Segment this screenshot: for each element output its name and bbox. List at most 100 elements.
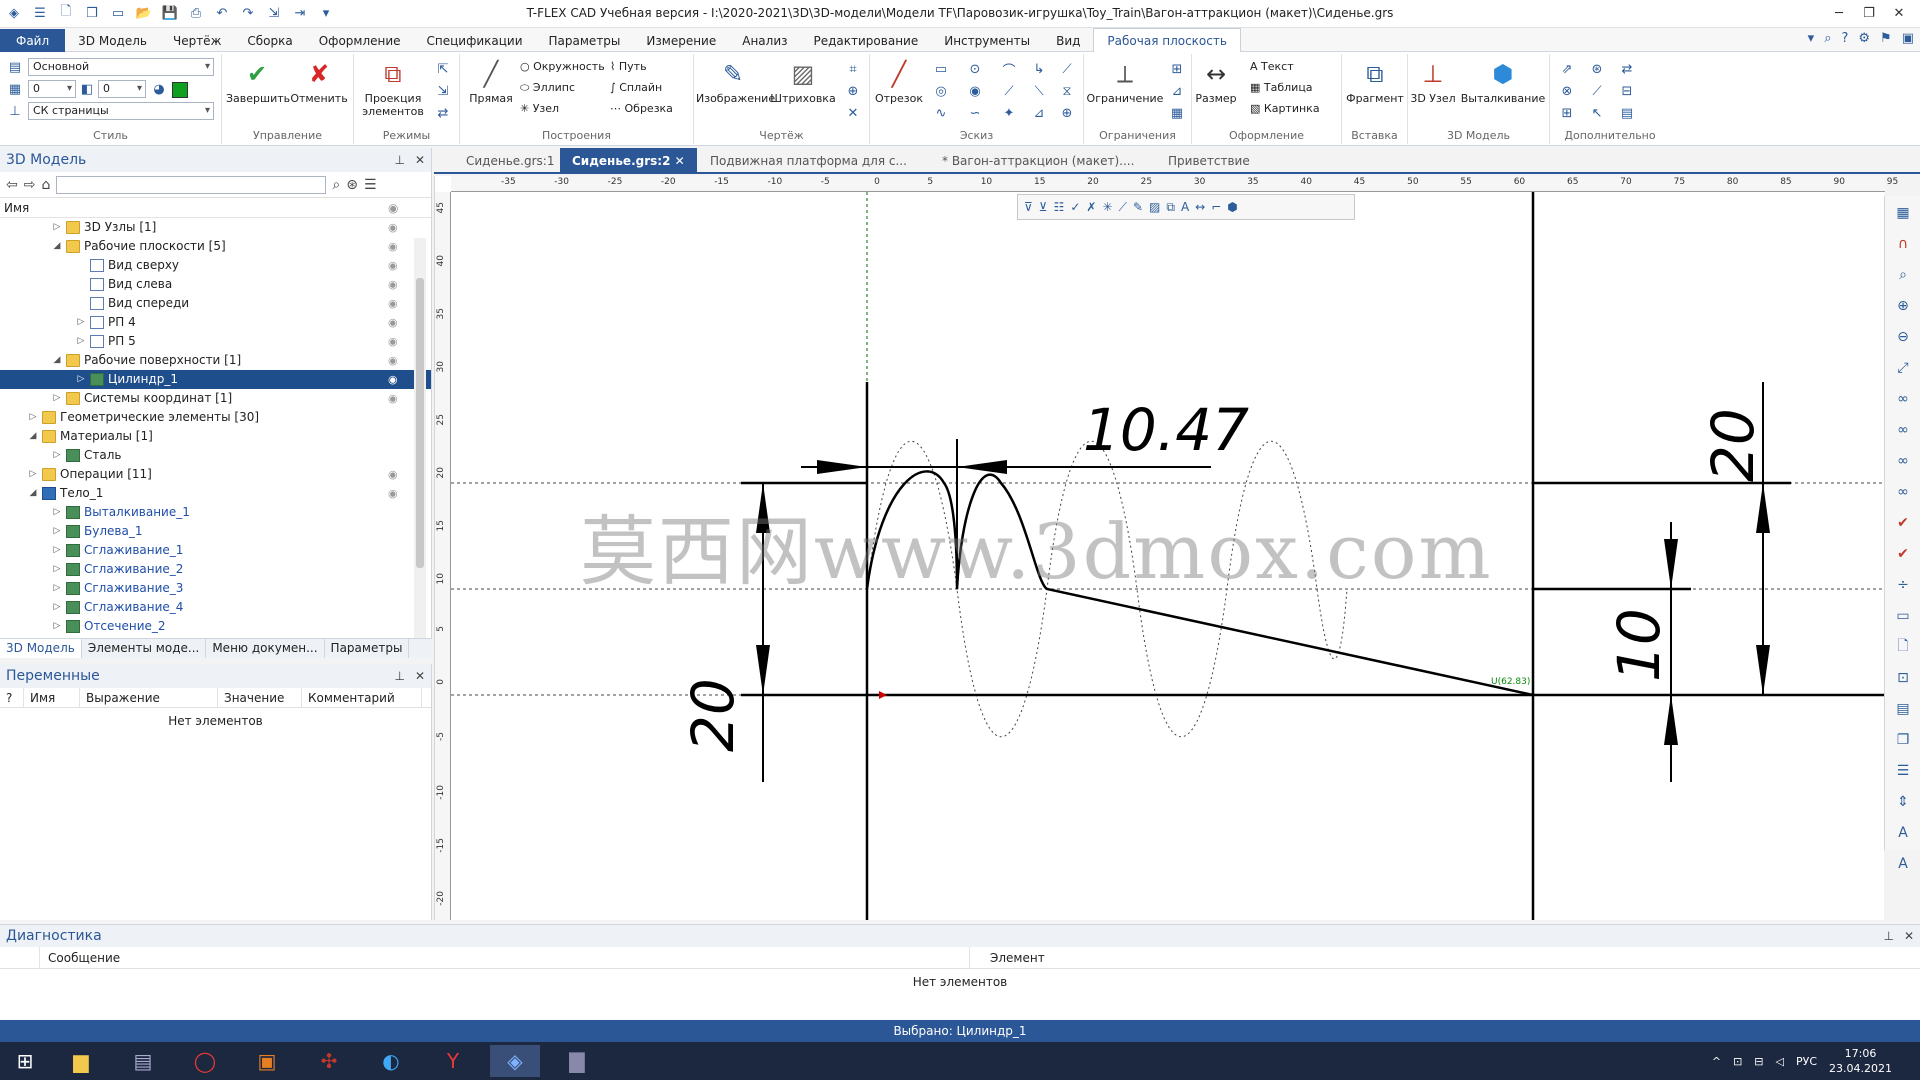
yandex-icon[interactable]: Y <box>428 1045 478 1077</box>
pin-icon[interactable]: ⊥ <box>394 153 404 167</box>
tree-item[interactable]: ▷ Системы координат [1] ◉ <box>0 389 431 408</box>
extra-tool-7-icon[interactable]: ⊞ <box>1558 104 1576 122</box>
tree-item[interactable]: ▷ 3D Узлы [1] ◉ <box>0 218 431 237</box>
help-icon[interactable]: ? <box>1841 31 1848 46</box>
clock[interactable]: 17:06 23.04.2021 <box>1829 1046 1892 1076</box>
tree-item[interactable]: ▷ Геометрические элементы [30] <box>0 408 431 427</box>
check-cube-icon[interactable]: ✔ <box>1888 509 1918 537</box>
minimize-icon[interactable]: ─ <box>1824 2 1854 24</box>
size-button[interactable]: ↔ Размер <box>1194 58 1238 106</box>
tree-item[interactable]: ▷ Операции [11] ◉ <box>0 465 431 484</box>
expand-toggle-icon[interactable]: ▷ <box>76 370 86 389</box>
color-palette-icon[interactable]: ◕ <box>150 80 168 98</box>
file-explorer-icon[interactable]: ▆ <box>56 1045 106 1077</box>
cursor-icon[interactable]: ↖ <box>1588 104 1606 122</box>
expand-toggle-icon[interactable]: ▷ <box>76 313 86 332</box>
menu-item[interactable]: Сборка <box>234 29 305 53</box>
expand-toggle-icon[interactable]: ◢ <box>52 237 62 256</box>
tree-item[interactable]: ◢ Тело_1 ◉ <box>0 484 431 503</box>
glasses-4-icon[interactable]: ∞ <box>1888 478 1918 506</box>
puzzle-app-icon[interactable]: ✣ <box>304 1045 354 1077</box>
sheet-icon[interactable]: ▤ <box>1888 695 1918 723</box>
close-icon[interactable]: ✕ <box>1884 2 1914 24</box>
tree-search-input[interactable] <box>56 175 327 194</box>
tree-item[interactable]: ▷ Сглаживание_2 <box>0 560 431 579</box>
variables-column-header[interactable]: Комментарий <box>302 687 422 708</box>
zoom-in-icon[interactable]: ⊕ <box>1888 292 1918 320</box>
visibility-eye-icon[interactable]: ◉ <box>388 313 398 332</box>
x-icon[interactable]: ✕ <box>844 104 862 122</box>
document-tab[interactable]: * Вагон-аттракцион (макет).... <box>930 148 1146 174</box>
page-icon[interactable]: 🗋 <box>1888 633 1918 661</box>
tree-item[interactable]: ◢ Материалы [1] <box>0 427 431 446</box>
close-icon[interactable]: ✕ <box>415 669 425 683</box>
curve-icon[interactable]: ∿ <box>932 104 950 122</box>
snap-icon[interactable]: ✦ <box>1000 104 1018 122</box>
gear-icon[interactable]: ⚙ <box>1858 31 1870 46</box>
tree-item[interactable]: ▷ Выталкивание_1 <box>0 503 431 522</box>
back-arrow-icon[interactable]: ⇦ <box>6 177 18 193</box>
text-button[interactable]: A Текст <box>1250 60 1294 73</box>
tree-item[interactable]: ▷ Отсечение_2 <box>0 617 431 636</box>
priority-input[interactable]: 0 <box>98 80 146 98</box>
home-icon[interactable]: ⌂ <box>41 177 50 193</box>
fragment-button[interactable]: ⧉ Фрагмент <box>1344 58 1406 106</box>
ellipse-button[interactable]: ⬭ Эллипс <box>520 81 575 95</box>
scrollbar-thumb[interactable] <box>416 278 424 568</box>
panel-tab[interactable]: 3D Модель <box>0 639 82 658</box>
font-down-icon[interactable]: A <box>1888 850 1918 878</box>
network-icon[interactable]: ⊡ <box>1733 1055 1742 1068</box>
trim-button[interactable]: ⋯ Обрезка <box>610 102 673 115</box>
dimension-right-top[interactable]: 20 <box>1699 408 1767 482</box>
variables-column-header[interactable]: ? <box>0 687 24 708</box>
document-tab[interactable]: Приветствие <box>1156 148 1262 174</box>
notepad-icon[interactable]: ▤ <box>118 1045 168 1077</box>
menu-item[interactable]: Параметры <box>536 29 634 53</box>
visibility-eye-icon[interactable]: ◉ <box>388 370 398 389</box>
filter-list-icon[interactable]: ☷ <box>1054 200 1065 214</box>
line-button[interactable]: ╱ Прямая <box>464 58 518 106</box>
clear-filter-icon[interactable]: ✗ <box>1086 200 1096 214</box>
line-filter-icon[interactable]: ⟋ <box>1119 200 1127 215</box>
expand-toggle-icon[interactable]: ▷ <box>28 408 38 427</box>
cancel-button[interactable]: ✘ Отменить <box>288 58 350 106</box>
expand-toggle-icon[interactable]: ▷ <box>52 541 62 560</box>
tree-item[interactable]: ▷ Сглаживание_3 <box>0 579 431 598</box>
tree-item[interactable]: ◢ Рабочие плоскости [5] ◉ <box>0 237 431 256</box>
sketch-tool-icon[interactable]: ⟋ <box>1058 60 1076 78</box>
expand-toggle-icon[interactable]: ▷ <box>52 579 62 598</box>
picture-button[interactable]: ▧ Картинка <box>1250 102 1320 115</box>
tree-item[interactable]: Вид сверху ◉ <box>0 256 431 275</box>
level-input[interactable]: 0 <box>28 80 76 98</box>
node-button[interactable]: ✳ Узел <box>520 102 559 115</box>
disk-app-icon[interactable]: ▇ <box>552 1045 602 1077</box>
mirror-icon[interactable]: ⧖ <box>1058 82 1076 100</box>
calculator-icon[interactable]: ▤ <box>1618 104 1636 122</box>
tree-item[interactable]: ▷ Булева_1 <box>0 522 431 541</box>
variables-column-header[interactable]: Выражение <box>80 687 218 708</box>
visibility-eye-icon[interactable]: ◉ <box>388 351 398 370</box>
expand-toggle-icon[interactable]: ▷ <box>52 560 62 579</box>
zoom-out-icon[interactable]: ⊖ <box>1888 323 1918 351</box>
menu-item[interactable]: Измерение <box>633 29 729 53</box>
leader-filter-icon[interactable]: ⌐ <box>1211 200 1221 214</box>
visibility-eye-icon[interactable]: ◉ <box>388 484 398 503</box>
projection-button[interactable]: ⧉ Проекция элементов <box>358 58 428 119</box>
visibility-eye-icon[interactable]: ◉ <box>388 332 398 351</box>
tree-item[interactable]: ▷ РП 5 ◉ <box>0 332 431 351</box>
expand-toggle-icon[interactable]: ◢ <box>28 484 38 503</box>
segment-button[interactable]: ╱ Отрезок <box>872 58 926 106</box>
tree-item[interactable]: ▷ Сглаживание_1 <box>0 541 431 560</box>
menu-item[interactable]: Файл <box>0 29 66 53</box>
menu-item[interactable]: 3D Модель <box>65 29 160 53</box>
constraint-tool-3-icon[interactable]: ▦ <box>1168 104 1186 122</box>
mode-icon-2[interactable]: ⇲ <box>434 82 452 100</box>
tree-item[interactable]: Вид слева ◉ <box>0 275 431 294</box>
magnet-icon[interactable]: ∩ <box>1888 230 1918 258</box>
panel-tab[interactable]: Элементы моде... <box>82 639 207 658</box>
tree-scrollbar[interactable] <box>414 238 426 638</box>
wifi-icon[interactable]: ⊟ <box>1754 1055 1763 1068</box>
glasses-2-icon[interactable]: ∞ <box>1888 416 1918 444</box>
text-frame-icon[interactable]: ▭ <box>1888 602 1918 630</box>
chart-icon[interactable]: ⊿ <box>1030 104 1048 122</box>
